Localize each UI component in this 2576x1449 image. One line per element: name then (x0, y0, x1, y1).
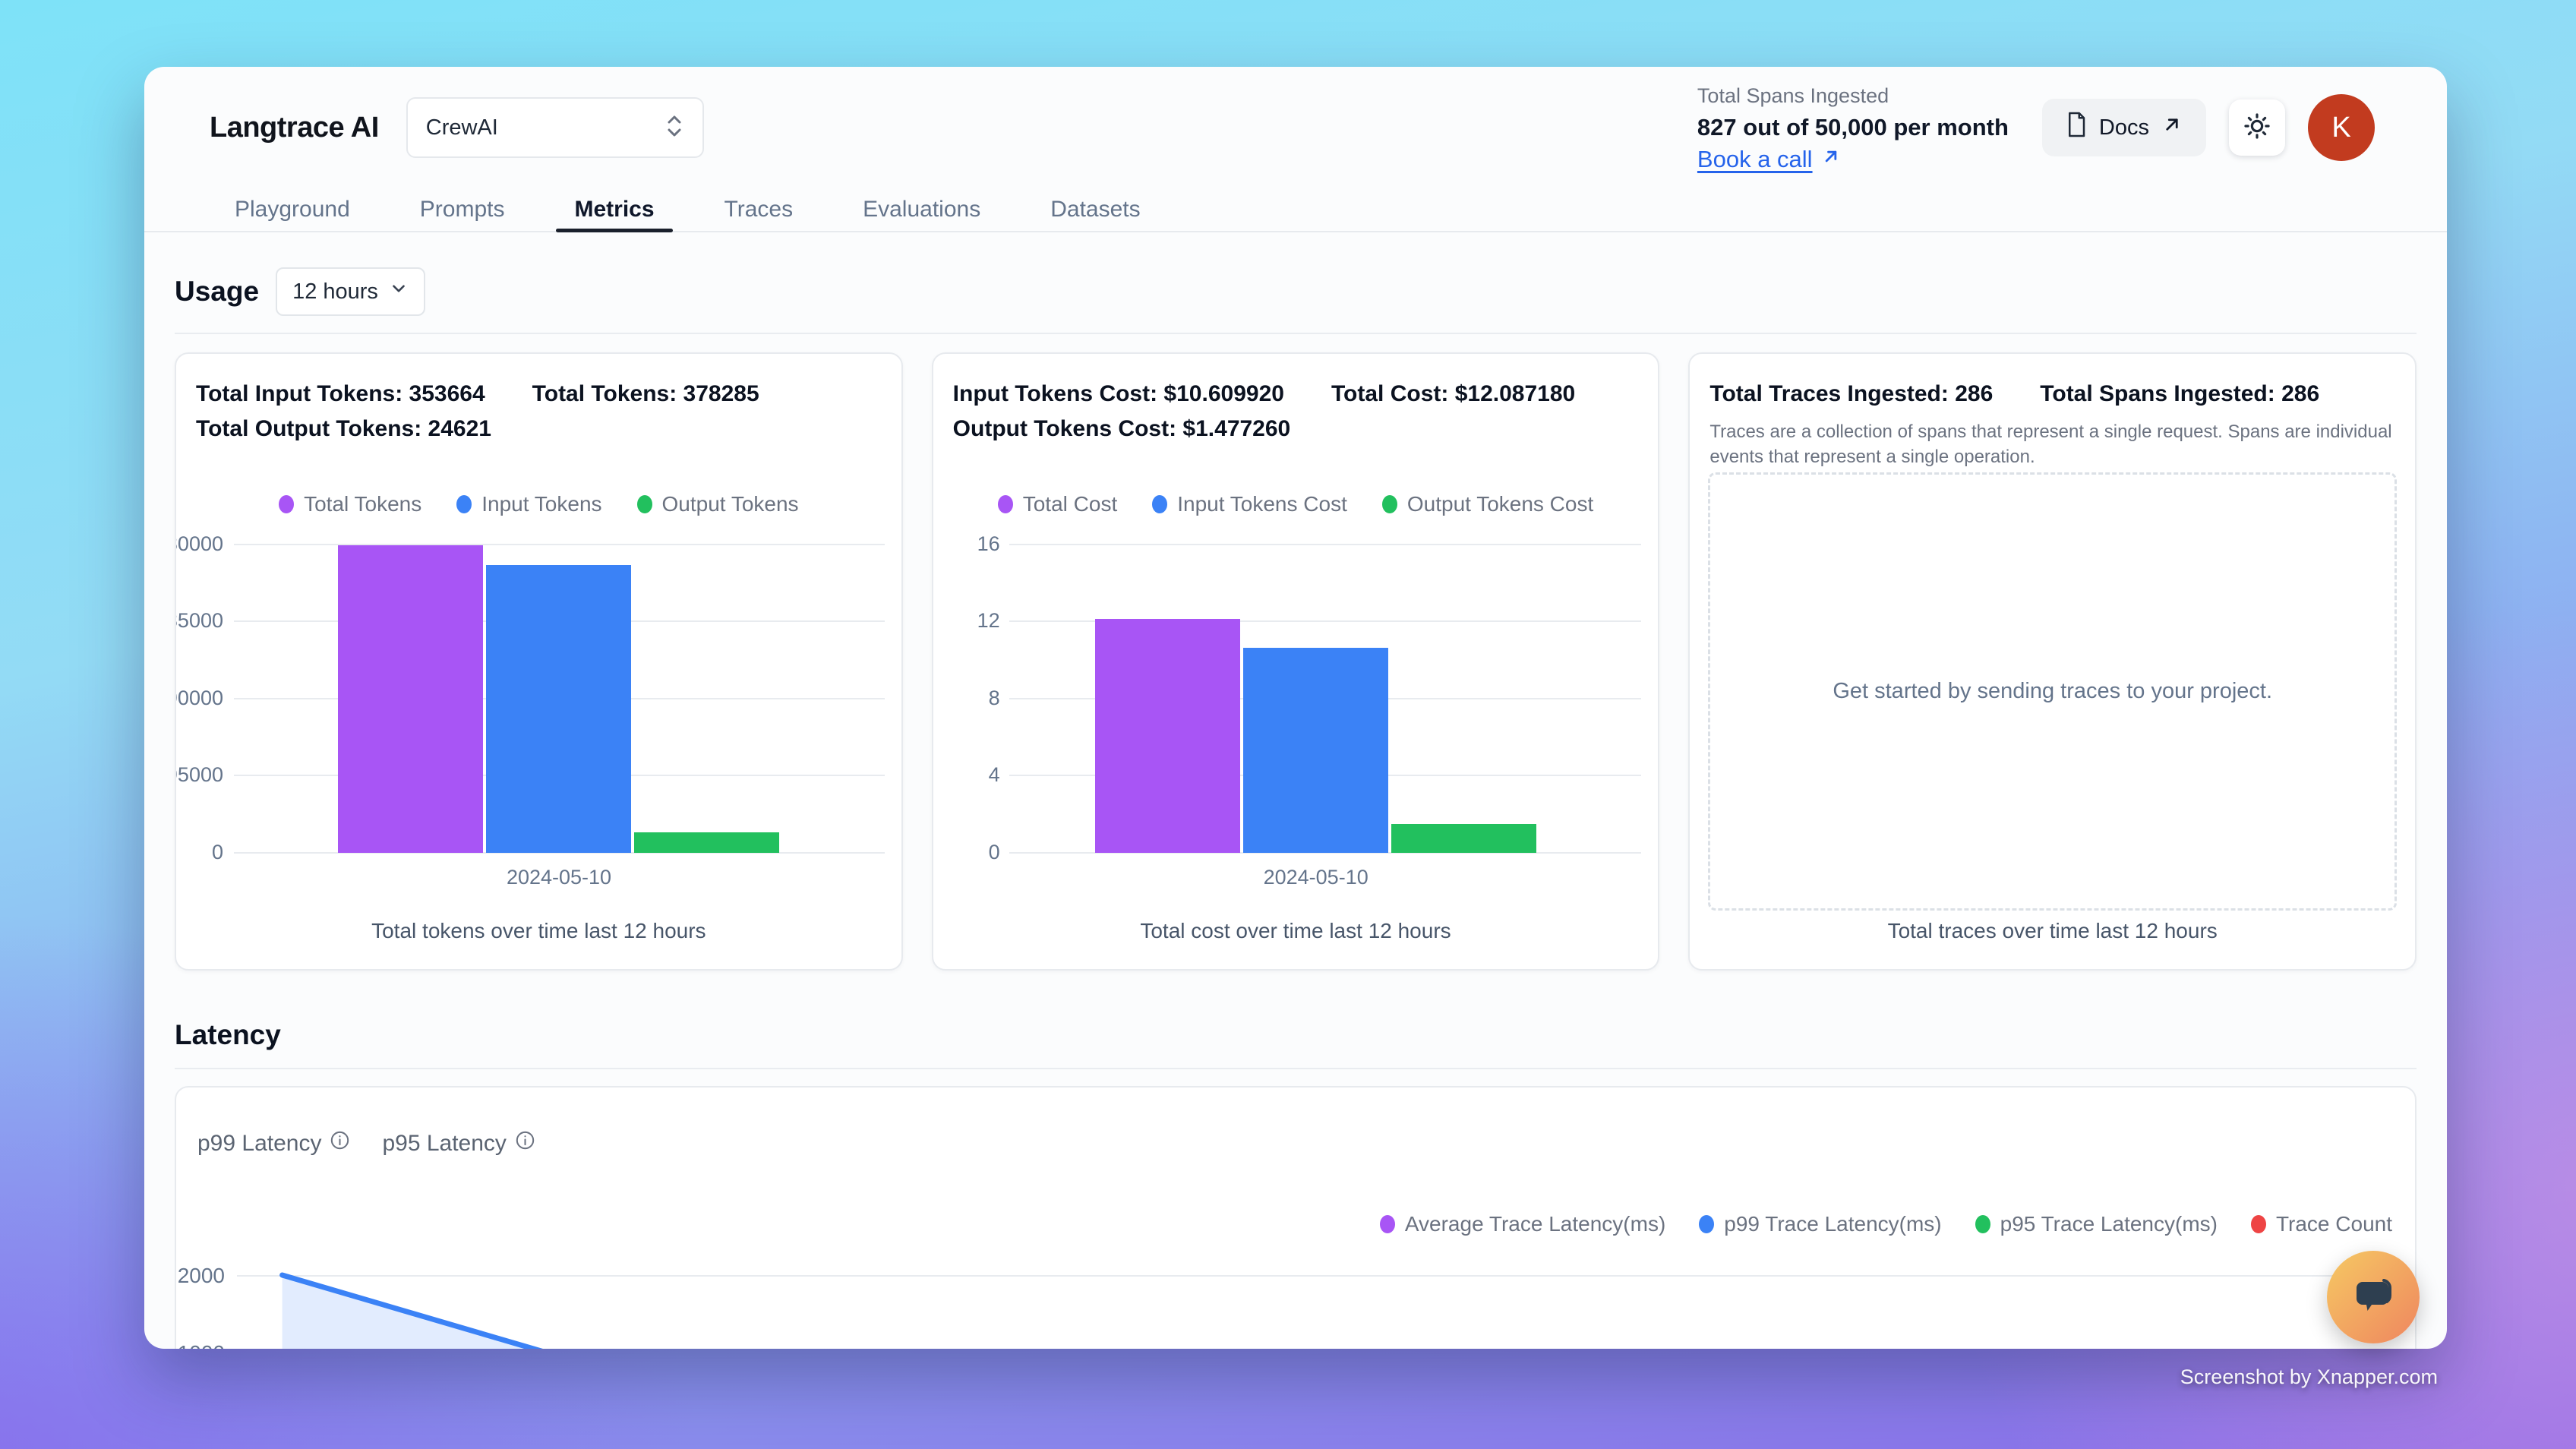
usage-section-title: Usage (175, 276, 259, 308)
bar-output-tokens (634, 832, 779, 853)
active-tab-indicator (556, 229, 672, 232)
y-axis-tick-label: 190000 (175, 687, 223, 710)
time-range-selector[interactable]: 12 hours (276, 267, 425, 316)
traces-caption: Total traces over time last 12 hours (1690, 919, 2415, 943)
bar-input-tokens-cost (1243, 648, 1388, 853)
external-arrow-icon (1820, 144, 1842, 175)
cost-chart-caption: Total cost over time last 12 hours (933, 919, 1659, 943)
theme-toggle-button[interactable] (2229, 99, 2285, 156)
time-range-value: 12 hours (292, 279, 378, 305)
tab-playground[interactable]: Playground (235, 188, 350, 231)
y-axis-tick-label: 95000 (175, 763, 223, 787)
docs-button-label: Docs (2099, 115, 2149, 140)
chat-widget-button[interactable] (2327, 1251, 2420, 1343)
avatar-initial: K (2331, 112, 2350, 144)
external-arrow-icon (2161, 113, 2183, 142)
gridline (1009, 544, 1642, 545)
app-window: Langtrace AI CrewAI Total Spans Ingested… (144, 67, 2447, 1349)
y-axis-tick-label: 12 (932, 609, 1000, 633)
chat-bubble-icon (2349, 1271, 2398, 1324)
tab-datasets[interactable]: Datasets (1050, 188, 1140, 231)
spans-quota-block: Total Spans Ingested 827 out of 50,000 p… (1697, 80, 2009, 175)
y-axis-tick-label: 285000 (175, 609, 223, 633)
app-logo: Langtrace AI (210, 112, 379, 144)
total-traces-ingested-stat: Total Traces Ingested: 286 (1709, 377, 1993, 412)
tokens-chart-card: Total Input Tokens: 353664 Total Tokens:… (175, 352, 903, 971)
traces-description: Traces are a collection of spans that re… (1709, 419, 2400, 469)
latency-area-chart: 20001000 (176, 1088, 2415, 1349)
cost-chart-card: Input Tokens Cost: $10.609920 Total Cost… (932, 352, 1660, 971)
bar-output-tokens-cost (1391, 824, 1536, 853)
tokens-chart-caption: Total tokens over time last 12 hours (176, 919, 901, 943)
y-axis-tick-label: 4 (932, 763, 1000, 787)
tab-prompts[interactable]: Prompts (420, 188, 505, 231)
latency-chart-card: p99 Latency p95 Latency (175, 1086, 2417, 1349)
tab-metrics[interactable]: Metrics (574, 188, 654, 231)
tab-metrics-label: Metrics (574, 197, 654, 223)
bar-total-tokens (338, 545, 483, 853)
traces-empty-state: Get started by sending traces to your pr… (1708, 472, 2397, 911)
book-a-call-link[interactable]: Book a call (1697, 144, 2009, 175)
bar-total-cost (1095, 619, 1240, 853)
empty-state-text: Get started by sending traces to your pr… (1833, 679, 2272, 704)
user-avatar[interactable]: K (2308, 94, 2375, 161)
traces-card: Total Traces Ingested: 286 Total Spans I… (1688, 352, 2417, 971)
y-axis-tick-label: 16 (932, 532, 1000, 556)
p99-latency-line (176, 1088, 2410, 1349)
latency-section-title: Latency (175, 1019, 281, 1051)
total-spans-ingested-stat: Total Spans Ingested: 286 (2040, 377, 2319, 412)
nav-tabs: Playground Prompts Metrics Traces Evalua… (144, 188, 2447, 232)
project-selector-value: CrewAI (426, 115, 665, 140)
screenshot-watermark: Screenshot by Xnapper.com (2180, 1365, 2438, 1389)
sun-icon (2243, 112, 2271, 144)
x-axis-label: 2024-05-10 (445, 866, 673, 889)
y-axis-tick-label: 0 (175, 841, 223, 864)
y-axis-tick-label: 8 (932, 687, 1000, 710)
tab-evaluations[interactable]: Evaluations (863, 188, 980, 231)
section-divider (175, 1068, 2417, 1069)
chevron-up-down-icon (665, 112, 684, 144)
document-icon (2065, 111, 2088, 144)
chevron-down-icon (389, 279, 409, 305)
y-axis-tick-label: 0 (932, 841, 1000, 864)
x-axis-label: 2024-05-10 (1202, 866, 1430, 889)
section-divider (175, 333, 2417, 334)
app-header: Langtrace AI CrewAI Total Spans Ingested… (144, 67, 2447, 188)
quota-value: 827 out of 50,000 per month (1697, 112, 2009, 144)
book-a-call-label: Book a call (1697, 144, 1813, 175)
quota-label: Total Spans Ingested (1697, 80, 2009, 112)
project-selector[interactable]: CrewAI (406, 97, 704, 158)
gridline (234, 544, 885, 545)
bar-input-tokens (486, 565, 631, 853)
docs-button[interactable]: Docs (2042, 99, 2206, 156)
y-axis-tick-label: 380000 (175, 532, 223, 556)
tab-traces[interactable]: Traces (724, 188, 794, 231)
